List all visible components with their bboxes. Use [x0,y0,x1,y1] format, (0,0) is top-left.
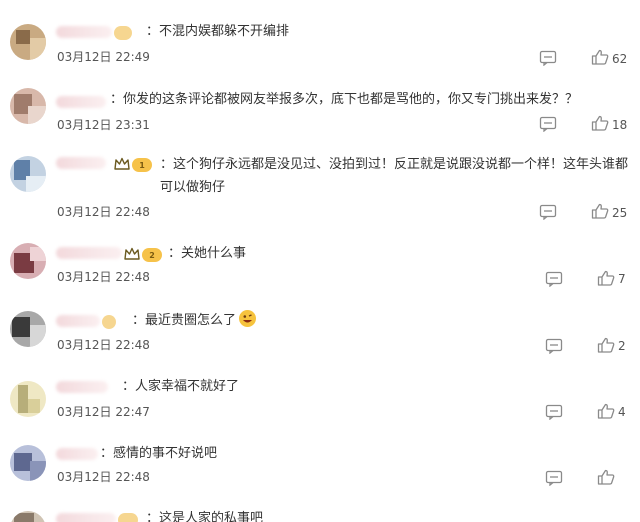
like-count: 7 [618,272,626,286]
like-icon[interactable] [591,49,609,65]
timestamp: 03月12日 22:48 [57,205,150,219]
comment-text: ：人家幸福不就好了 [122,379,240,394]
username[interactable] [56,26,112,38]
avatar[interactable] [10,156,46,192]
comment-text: ：这个狗仔永远都是没见过、没拍到过！反正就是说跟没说都一个样！这年头谁都可以做狗… [160,157,629,195]
like-count: 18 [612,118,628,132]
fan-badge [102,315,116,329]
like-icon[interactable] [591,115,609,131]
like-icon[interactable] [597,270,615,286]
username[interactable] [56,96,106,108]
comment-icon[interactable] [539,50,557,66]
comment-text-content: 感情的事不好说吧 [113,446,218,461]
comment-icon[interactable] [545,338,563,354]
avatar[interactable] [10,24,46,60]
username[interactable] [56,513,116,522]
comment-icon[interactable] [539,204,557,220]
username[interactable] [56,247,122,259]
comment-icon[interactable] [539,116,557,132]
crown-icon [114,157,130,170]
comment-item: 2 ：关她什么事 03月12日 22:48 7 [0,235,640,305]
comment-text: ：感情的事不好说吧 [100,446,218,461]
timestamp: 03月12日 22:49 [57,50,150,64]
username[interactable] [56,315,100,327]
avatar[interactable] [10,445,46,481]
fan-badge: 2 [142,248,162,262]
like-icon[interactable] [597,469,615,485]
comment-text: ：关她什么事 [168,246,247,261]
comment-item: ：最近贵圈怎么了 03月12日 22:48 2 [0,305,640,373]
fan-badge [118,513,138,522]
comment-item: ：人家幸福不就好了 03月12日 22:47 4 [0,373,640,441]
username[interactable] [56,448,98,460]
crown-icon [124,247,140,260]
comment-text-content: 这是人家的私事吧 [159,511,264,522]
comment-text-content: ：最近贵圈怎么了 [132,313,237,328]
avatar[interactable] [10,511,46,522]
comment-icon[interactable] [545,470,563,486]
comment-item: ：你发的这条评论都被网友举报多次，底下也都是骂他的，你又专门挑出来发？？ 03月… [0,70,640,140]
fan-badge [114,26,132,40]
username[interactable] [56,381,108,393]
username[interactable] [56,157,106,169]
comment-icon[interactable] [545,271,563,287]
like-icon[interactable] [597,403,615,419]
like-count: 2 [618,339,626,353]
comment-icon[interactable] [545,404,563,420]
avatar[interactable] [10,243,46,279]
like-count: 62 [612,52,628,66]
grin-emoji-icon [239,310,257,327]
comment-text: ：不混内娱都躲不开编排 [146,24,290,39]
comment-item: ：这是人家的私事吧 [0,503,640,522]
avatar[interactable] [10,381,46,417]
comment-item: ：不混内娱都躲不开编排 03月12日 22:49 62 [0,0,640,70]
timestamp: 03月12日 22:47 [57,405,150,419]
fan-badge: 1 [132,158,152,172]
comment-item: 1 ：这个狗仔永远都是没见过、没拍到过！反正就是说跟没说都一个样！这年头谁都可以… [0,140,640,235]
avatar[interactable] [10,88,46,124]
like-count: 25 [612,206,628,220]
timestamp: 03月12日 22:48 [57,270,150,284]
like-icon[interactable] [597,337,615,353]
comment-text: ：你发的这条评论都被网友举报多次，底下也都是骂他的，你又专门挑出来发？？ [110,92,579,107]
comment-text: ：这是人家的私事吧 [146,507,263,522]
like-count: 4 [618,405,626,419]
like-icon[interactable] [591,203,609,219]
timestamp: 03月12日 22:48 [57,338,150,352]
comment-text: ：最近贵圈怎么了 [132,309,257,332]
comment-item: ：感情的事不好说吧 03月12日 22:48 [0,441,640,503]
timestamp: 03月12日 22:48 [57,470,150,484]
avatar[interactable] [10,311,46,347]
timestamp: 03月12日 23:31 [57,118,150,132]
